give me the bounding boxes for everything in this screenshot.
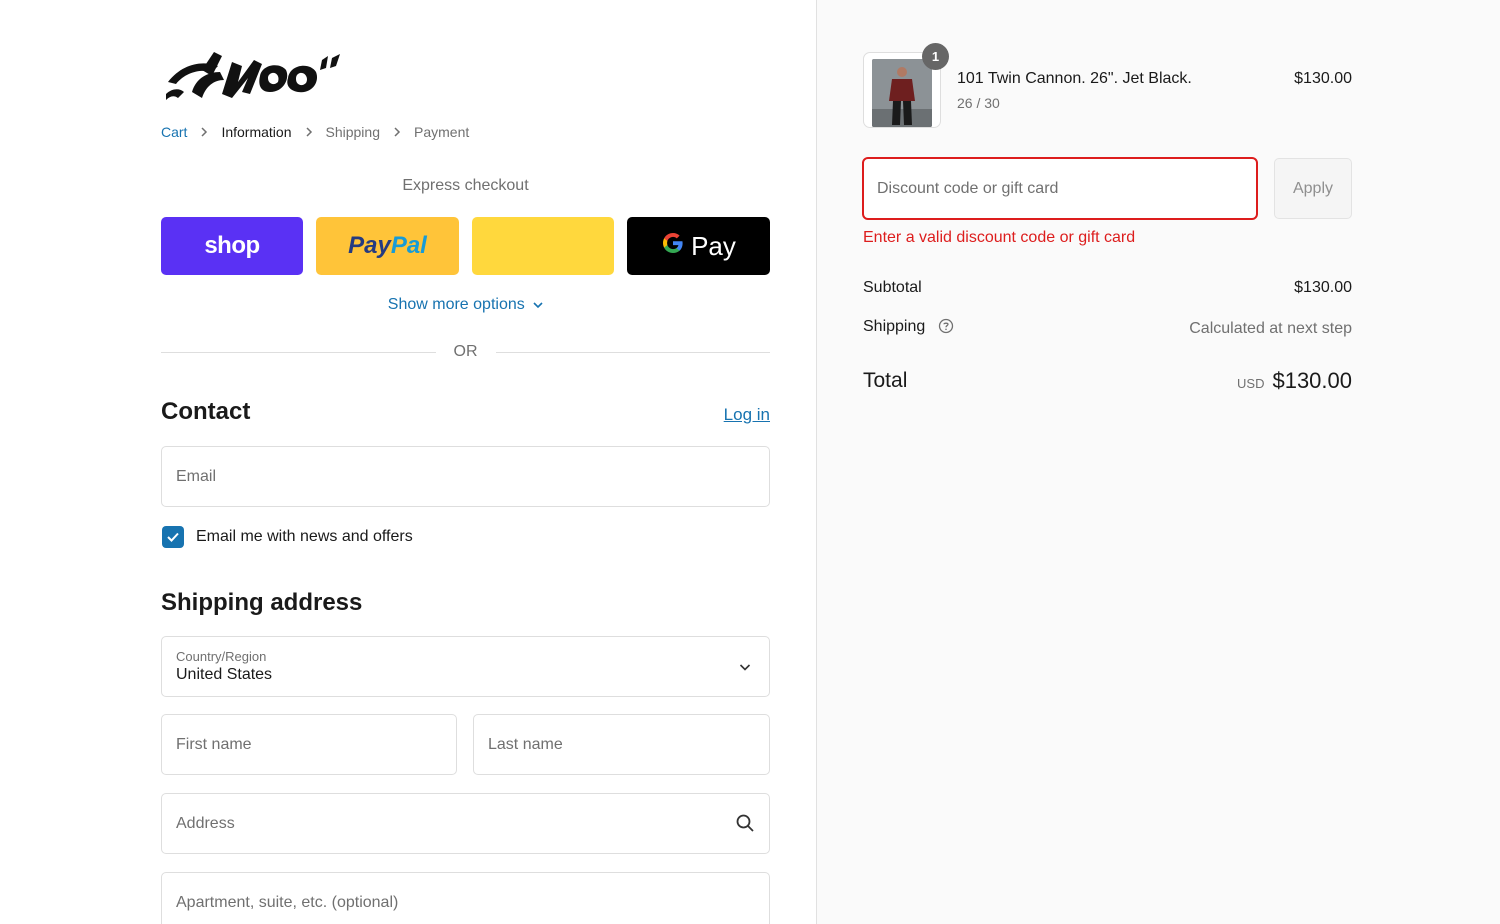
- shop-pay-button[interactable]: shop: [161, 217, 303, 275]
- order-summary-panel: [816, 0, 1500, 924]
- chevron-down-icon: [533, 296, 543, 314]
- breadcrumb: Cart Information Shipping Payment: [161, 123, 469, 141]
- shipping-label: Shipping: [863, 318, 926, 335]
- shop-pay-label: shop: [204, 232, 260, 259]
- email-field[interactable]: Email: [161, 446, 770, 507]
- breadcrumb-information: Information: [221, 124, 292, 140]
- or-text: OR: [453, 343, 478, 360]
- subtotal-label: Subtotal: [863, 279, 922, 296]
- total-value: $130.00: [1272, 368, 1352, 393]
- breadcrumb-shipping: Shipping: [325, 124, 381, 140]
- discount-error-message: Enter a valid discount code or gift card: [863, 229, 1136, 246]
- product-price: $130.00: [1294, 70, 1352, 87]
- apply-discount-button[interactable]: Apply: [1274, 158, 1352, 219]
- express-checkout-title: Express checkout: [402, 177, 529, 194]
- divider-line: [495, 351, 770, 353]
- apartment-placeholder: Apartment, suite, etc. (optional): [176, 893, 399, 911]
- country-value: United States: [176, 666, 273, 683]
- first-name-field[interactable]: First name: [161, 714, 457, 775]
- paypal-label-part2: Pal: [390, 232, 427, 259]
- express-pay-button[interactable]: [472, 217, 614, 275]
- product-variant: 26 / 30: [957, 95, 1000, 111]
- newsletter-option[interactable]: Email me with news and offers: [162, 526, 413, 548]
- address-field[interactable]: Address: [161, 793, 770, 854]
- breadcrumb-payment: Payment: [414, 124, 470, 140]
- checkmark-icon: [167, 532, 179, 542]
- google-pay-label: Pay: [691, 230, 736, 261]
- apartment-field[interactable]: Apartment, suite, etc. (optional): [161, 872, 770, 924]
- product-name: 101 Twin Cannon. 26". Jet Black.: [957, 70, 1192, 87]
- chevron-down-icon: [739, 659, 751, 677]
- google-pay-button[interactable]: Pay: [627, 217, 770, 275]
- login-link[interactable]: Log in: [724, 405, 770, 425]
- breadcrumb-cart[interactable]: Cart: [161, 124, 187, 140]
- currency-code: USD: [1237, 376, 1265, 391]
- subtotal-row: Subtotal $130.00: [863, 279, 1352, 297]
- brand-logo[interactable]: [162, 42, 346, 104]
- subtotal-value: $130.00: [1294, 279, 1352, 296]
- newsletter-checkbox[interactable]: [162, 526, 184, 548]
- shipping-address-title: Shipping address: [161, 589, 363, 616]
- shipping-row: Shipping Calculated at next step: [863, 318, 1352, 339]
- discount-placeholder: Discount code or gift card: [877, 179, 1059, 197]
- last-name-placeholder: Last name: [488, 735, 563, 753]
- contact-title: Contact: [161, 398, 251, 425]
- first-name-placeholder: First name: [176, 735, 252, 753]
- or-divider: OR: [161, 342, 770, 362]
- search-icon[interactable]: [735, 813, 755, 838]
- chevron-right-icon: [187, 127, 221, 137]
- discount-code-input[interactable]: Discount code or gift card: [862, 157, 1258, 220]
- total-label: Total: [863, 369, 908, 392]
- google-g-icon: [661, 231, 685, 262]
- chevron-right-icon: [292, 127, 326, 137]
- divider-line: [161, 351, 436, 353]
- email-placeholder: Email: [176, 467, 217, 485]
- show-more-options-label: Show more options: [387, 296, 525, 313]
- checkout-main-panel: Cart Information Shipping Payment Expres…: [0, 0, 816, 924]
- country-select[interactable]: Country/Region United States: [161, 636, 770, 697]
- country-label: Country/Region: [176, 649, 267, 664]
- show-more-options-button[interactable]: Show more options: [161, 296, 770, 314]
- paypal-label-part1: Pay: [348, 232, 391, 259]
- chevron-right-icon: [380, 127, 414, 137]
- total-row: Total USD $130.00: [863, 368, 1352, 394]
- newsletter-label: Email me with news and offers: [196, 528, 413, 545]
- product-image: [872, 59, 932, 127]
- shipping-value: Calculated at next step: [1189, 319, 1352, 337]
- quantity-badge: 1: [922, 43, 949, 70]
- paypal-button[interactable]: Pay Pal: [316, 217, 459, 275]
- address-placeholder: Address: [176, 814, 235, 832]
- last-name-field[interactable]: Last name: [473, 714, 770, 775]
- help-circle-icon[interactable]: [938, 318, 954, 339]
